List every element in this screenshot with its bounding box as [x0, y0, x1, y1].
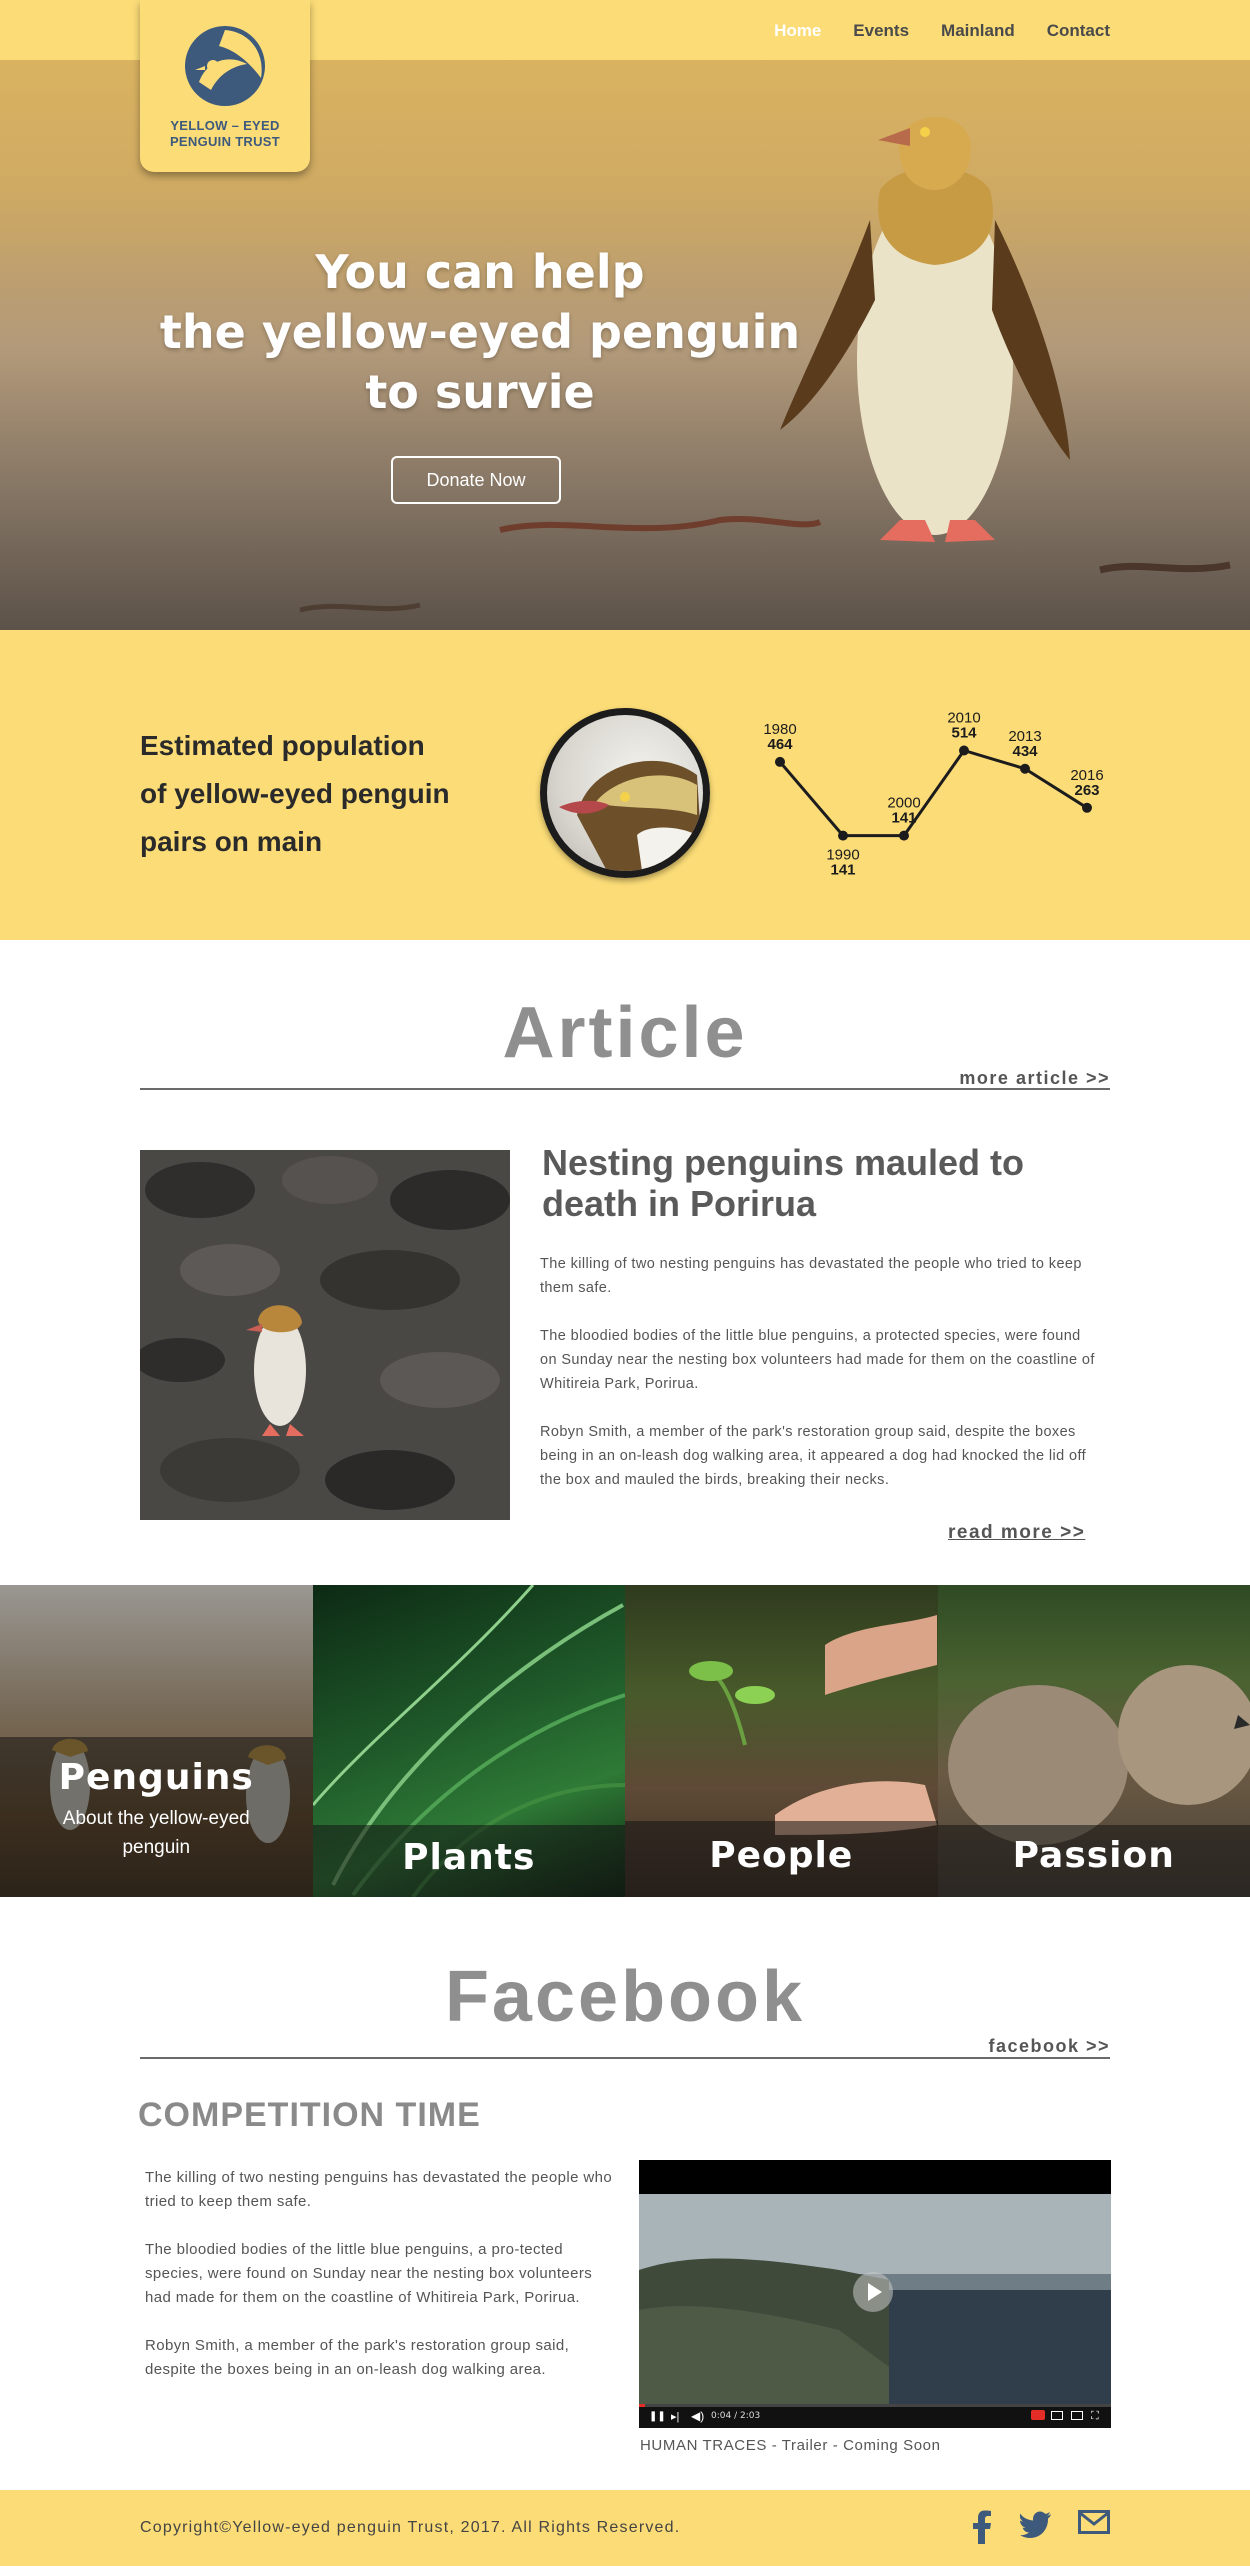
article-paragraph: Robyn Smith, a member of the park's rest…: [540, 1424, 1087, 1488]
video-time: 0:04 / 2:03: [711, 2411, 761, 2421]
nav-mainland-link[interactable]: Mainland: [941, 21, 1015, 41]
nav-home-link[interactable]: Home: [774, 21, 821, 41]
mail-icon[interactable]: [1078, 2510, 1110, 2549]
video-controls: ❚❚ ▸| ◀) 0:04 / 2:03 ⛶: [639, 2404, 1111, 2428]
category-tiles: Penguins About the yellow-eyed penguin P…: [0, 1585, 1250, 1897]
next-icon[interactable]: ▸|: [671, 2410, 679, 2423]
video-player[interactable]: ❚❚ ▸| ◀) 0:04 / 2:03 ⛶: [639, 2160, 1111, 2428]
tile-passion-title: Passion: [1012, 1835, 1175, 1876]
data-label: 464: [767, 736, 793, 753]
population-section: Estimated population of yellow-eyed peng…: [0, 630, 1250, 940]
video-caption: HUMAN TRACES - Trailer - Coming Soon: [640, 2437, 941, 2454]
twitter-icon[interactable]: [1019, 2510, 1052, 2549]
data-label: 434: [1012, 743, 1038, 760]
facebook-icon[interactable]: [970, 2510, 994, 2549]
social-links: [970, 2510, 1110, 2549]
tile-people[interactable]: People: [625, 1585, 938, 1897]
penguin-head-photo: [540, 708, 710, 878]
cast-icon[interactable]: [1071, 2411, 1083, 2420]
post-paragraph: The killing of two nesting penguins has …: [145, 2169, 613, 2210]
population-heading: Estimated population of yellow-eyed peng…: [140, 730, 450, 857]
data-label: 514: [951, 725, 977, 742]
pause-icon[interactable]: ❚❚: [649, 2411, 666, 2422]
nav-contact-link[interactable]: Contact: [1047, 21, 1110, 41]
donate-now-button[interactable]: Donate Now: [391, 456, 561, 504]
logo[interactable]: YELLOW – EYED PENGUIN TRUST: [140, 0, 310, 172]
video-progress-bar[interactable]: [639, 2404, 1111, 2407]
logo-text-line1: YELLOW – EYED: [170, 118, 280, 133]
main-nav: Home Events Mainland Contact: [774, 21, 1110, 41]
data-point: [838, 830, 848, 841]
article-body: The killing of two nesting penguins has …: [540, 1252, 1100, 1516]
nav-events-link[interactable]: Events: [853, 21, 909, 41]
youtube-icon[interactable]: [1031, 2410, 1045, 2420]
post-paragraph: Robyn Smith, a member of the park's rest…: [145, 2337, 570, 2378]
tile-people-title: People: [709, 1835, 854, 1876]
competition-title: COMPETITION TIME: [138, 2096, 481, 2134]
article-paragraph: The killing of two nesting penguins has …: [540, 1256, 1082, 1296]
facebook-link[interactable]: facebook >>: [988, 2036, 1110, 2057]
tile-penguins[interactable]: Penguins About the yellow-eyed penguin: [0, 1585, 313, 1897]
fullscreen-icon[interactable]: ⛶: [1091, 2410, 1099, 2423]
logo-text-line2: PENGUIN TRUST: [169, 134, 281, 149]
read-more-link[interactable]: read more >>: [948, 1522, 1085, 1544]
data-label: 141: [830, 862, 855, 879]
data-label: 141: [891, 810, 916, 827]
captions-icon[interactable]: [1051, 2411, 1063, 2420]
play-icon[interactable]: [853, 2272, 893, 2312]
article-headline[interactable]: Nesting penguins mauled to death in Pori…: [542, 1142, 1112, 1224]
facebook-section-title: Facebook: [444, 1957, 806, 2037]
data-point: [1020, 763, 1030, 774]
population-line-chart: 1980464199014120001412010514 201343420162…: [763, 710, 1103, 879]
article-section-title: Article: [502, 993, 748, 1073]
volume-icon[interactable]: ◀): [691, 2409, 704, 2423]
data-label: 263: [1074, 782, 1099, 799]
more-article-link[interactable]: more article >>: [959, 1068, 1110, 1089]
article-image[interactable]: [140, 1150, 510, 1520]
post-paragraph: The bloodied bodies of the little blue p…: [145, 2241, 593, 2306]
copyright-text: Copyright©Yellow-eyed penguin Trust, 201…: [140, 2519, 681, 2536]
penguin-logo-icon: [185, 26, 265, 106]
data-point: [775, 756, 785, 767]
tile-penguins-title: Penguins: [58, 1757, 254, 1798]
tile-plants-title: Plants: [402, 1837, 536, 1878]
series-line: [778, 748, 1088, 838]
tile-passion[interactable]: Passion: [937, 1585, 1250, 1897]
facebook-divider: [140, 2057, 1110, 2059]
tile-plants[interactable]: Plants: [312, 1585, 625, 1897]
facebook-post-body: The killing of two nesting penguins has …: [145, 2166, 615, 2406]
hero-title: You can help the yellow-eyed penguin to …: [159, 245, 801, 419]
data-point: [959, 745, 969, 756]
article-paragraph: The bloodied bodies of the little blue p…: [540, 1328, 1095, 1392]
tile-penguins-subtitle: About the yellow-eyed penguin: [62, 1808, 250, 1858]
data-point: [899, 830, 909, 841]
footer: Copyright©Yellow-eyed penguin Trust, 201…: [0, 2490, 1250, 2566]
data-point: [1082, 802, 1092, 813]
